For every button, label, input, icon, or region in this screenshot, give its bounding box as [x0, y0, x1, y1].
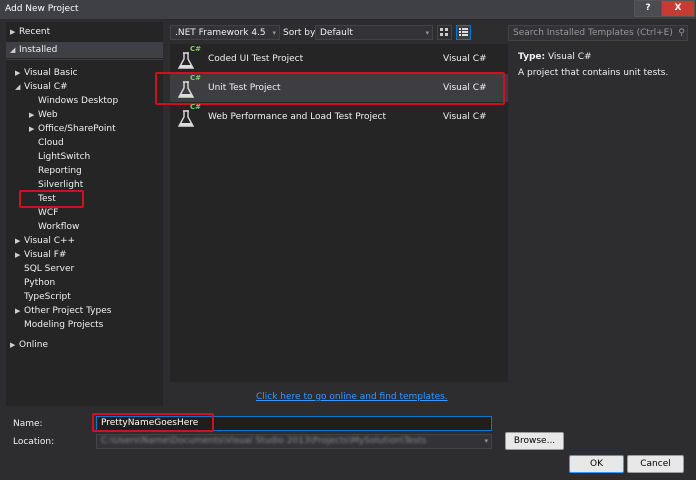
- tree-divider: [6, 59, 163, 60]
- expand-arrow-icon: ▶: [15, 237, 21, 245]
- framework-dropdown[interactable]: .NET Framework 4.5 ▾: [170, 25, 280, 40]
- ok-button[interactable]: OK: [569, 455, 624, 473]
- location-input[interactable]: C:\Users\Name\Documents\Visual Studio 20…: [96, 434, 492, 449]
- list-view-icon: [459, 28, 468, 36]
- csharp-badge: C#: [190, 45, 202, 53]
- sort-by-label: Sort by:: [283, 28, 318, 38]
- expand-arrow-icon: ▶: [15, 69, 21, 77]
- location-label: Location:: [13, 437, 55, 447]
- unit-test-highlight-box: [155, 72, 505, 105]
- template-item-web-performance[interactable]: C# Web Performance and Load Test Project…: [170, 103, 508, 131]
- title-bar: Add New Project ? X: [0, 0, 696, 20]
- project-form: Name: PrettyNameGoesHere Location: C:\Us…: [0, 410, 696, 480]
- tree-item-visual-csharp[interactable]: ◢ Visual C#: [15, 81, 68, 94]
- template-description: A project that contains unit tests.: [518, 68, 669, 78]
- grid-view-button[interactable]: [437, 25, 452, 40]
- chevron-down-icon: ▾: [272, 29, 276, 37]
- tree-item-recent[interactable]: ▶ Recent: [10, 26, 50, 39]
- tree-item-cloud[interactable]: Cloud: [38, 137, 64, 150]
- tree-item-web[interactable]: ▶ Web: [29, 109, 58, 122]
- tree-item-windows-desktop[interactable]: Windows Desktop: [38, 95, 118, 108]
- tree-item-visual-basic[interactable]: ▶ Visual Basic: [15, 67, 78, 80]
- expand-arrow-icon: ▶: [10, 341, 16, 349]
- tree-item-online[interactable]: ▶ Online: [10, 339, 48, 352]
- search-templates-input[interactable]: Search Installed Templates (Ctrl+E) ⚲: [508, 25, 688, 41]
- search-icon[interactable]: ⚲: [678, 26, 685, 40]
- tree-item-workflow[interactable]: Workflow: [38, 221, 79, 234]
- help-button[interactable]: ?: [634, 0, 662, 17]
- tree-item-visual-fsharp[interactable]: ▶ Visual F#: [15, 249, 66, 262]
- template-toolbar: .NET Framework 4.5 ▾ Sort by: Default ▾: [170, 25, 506, 42]
- chevron-down-icon[interactable]: ▾: [484, 435, 488, 448]
- expand-arrow-icon: ▶: [29, 125, 35, 133]
- expand-arrow-icon: ▶: [29, 111, 35, 119]
- grid-view-icon: [440, 28, 448, 36]
- tree-item-visual-cpp[interactable]: ▶ Visual C++: [15, 235, 75, 248]
- sort-dropdown[interactable]: Default ▾: [315, 25, 433, 40]
- tree-item-other-project-types[interactable]: ▶ Other Project Types: [15, 305, 111, 318]
- expand-arrow-icon: ▶: [15, 307, 21, 315]
- template-details: Type: Visual C# A project that contains …: [508, 44, 688, 406]
- template-list: C# Coded UI Test Project Visual C# C# Un…: [155, 44, 508, 382]
- add-new-project-dialog: Add New Project ? X ▶ Recent ◢ Installed ▶…: [0, 0, 696, 480]
- list-view-button[interactable]: [456, 25, 471, 40]
- tree-item-installed[interactable]: ◢ Installed: [10, 44, 57, 57]
- chevron-down-icon: ▾: [425, 29, 429, 37]
- tree-item-python[interactable]: Python: [24, 277, 55, 290]
- name-label: Name:: [13, 419, 43, 429]
- cancel-button[interactable]: Cancel: [627, 455, 684, 473]
- template-category-tree: ▶ Recent ◢ Installed ▶ Visual Basic ◢ Visual…: [6, 22, 163, 406]
- tree-item-reporting[interactable]: Reporting: [38, 165, 82, 178]
- close-button[interactable]: X: [661, 0, 695, 17]
- online-templates-link[interactable]: Click here to go online and find templat…: [256, 392, 448, 402]
- csharp-badge: C#: [190, 103, 202, 111]
- tree-item-wcf[interactable]: WCF: [38, 207, 58, 220]
- window-title: Add New Project: [5, 4, 79, 14]
- tree-item-office-sharepoint[interactable]: ▶ Office/SharePoint: [29, 123, 116, 136]
- tree-item-typescript[interactable]: TypeScript: [24, 291, 71, 304]
- tree-item-sql-server[interactable]: SQL Server: [24, 263, 74, 276]
- collapse-arrow-icon: ◢: [15, 83, 21, 91]
- expand-arrow-icon: ▶: [10, 28, 16, 36]
- expand-arrow-icon: ▶: [15, 251, 21, 259]
- name-highlight-box: [92, 413, 214, 432]
- collapse-arrow-icon: ◢: [10, 46, 16, 54]
- browse-button[interactable]: Browse...: [505, 432, 564, 450]
- template-item-coded-ui[interactable]: C# Coded UI Test Project Visual C#: [170, 45, 508, 73]
- tree-item-modeling-projects[interactable]: Modeling Projects: [24, 319, 103, 332]
- test-highlight-box: [19, 190, 84, 208]
- tree-item-lightswitch[interactable]: LightSwitch: [38, 151, 90, 164]
- template-type: Type: Visual C#: [518, 52, 592, 62]
